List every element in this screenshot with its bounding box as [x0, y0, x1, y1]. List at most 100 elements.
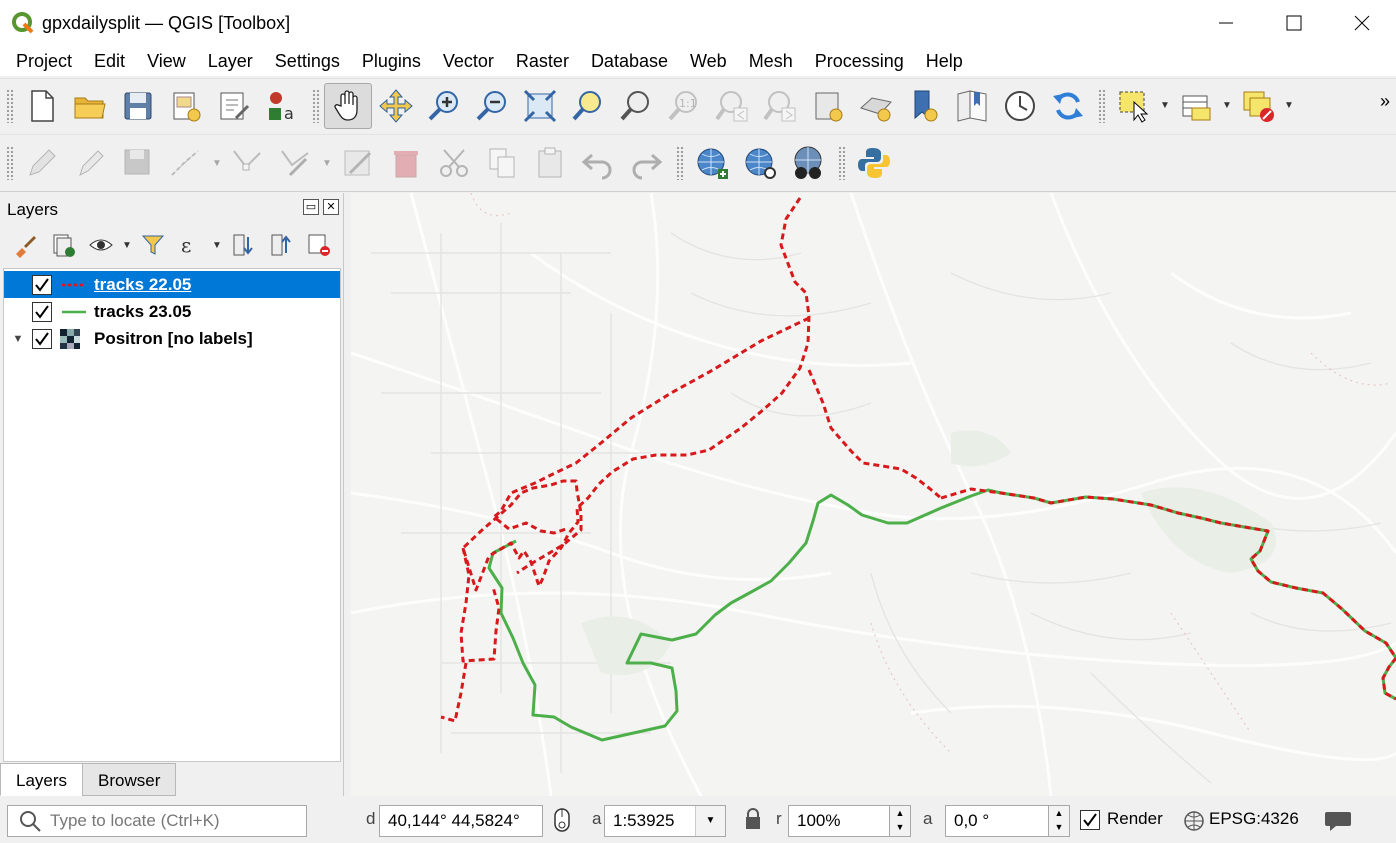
pan-to-selection-button[interactable] — [372, 83, 420, 129]
layer-item-tracks-2205[interactable]: tracks 22.05 — [4, 271, 340, 298]
close-panel-button[interactable]: ✕ — [323, 199, 339, 215]
close-button[interactable] — [1328, 0, 1396, 46]
filter-expression-button[interactable]: ε — [172, 229, 210, 261]
scale-field[interactable]: 1:53925 ▼ — [604, 805, 726, 837]
paste-features-button[interactable] — [526, 140, 574, 186]
toolbar-grip[interactable] — [312, 88, 320, 123]
layer-item-positron[interactable]: ▼ Positron [no labels] — [4, 325, 340, 352]
copy-features-button[interactable] — [478, 140, 526, 186]
temporal-controller-button[interactable] — [996, 83, 1044, 129]
crs-label[interactable]: EPSG:4326 — [1209, 809, 1299, 829]
menu-view[interactable]: View — [136, 46, 197, 76]
layer-visibility-checkbox[interactable] — [32, 274, 52, 295]
tab-layers[interactable]: Layers — [0, 763, 84, 796]
menu-settings[interactable]: Settings — [264, 46, 351, 76]
new-bookmark-button[interactable] — [900, 83, 948, 129]
vertex-tool-button[interactable] — [224, 140, 272, 186]
deselect-dropdown[interactable]: ▼ — [1282, 83, 1296, 129]
delete-selected-button[interactable] — [382, 140, 430, 186]
zoom-out-button[interactable] — [468, 83, 516, 129]
zoom-full-button[interactable] — [516, 83, 564, 129]
layer-visibility-checkbox[interactable] — [32, 301, 52, 322]
select-features-dropdown[interactable]: ▼ — [1158, 83, 1172, 129]
toolbar-grip[interactable] — [6, 88, 14, 123]
redo-button[interactable] — [622, 140, 670, 186]
filter-legend-button[interactable] — [134, 229, 172, 261]
menu-plugins[interactable]: Plugins — [351, 46, 432, 76]
remove-layer-button[interactable] — [300, 229, 338, 261]
python-console-button[interactable] — [850, 140, 898, 186]
zoom-to-layer-button[interactable] — [612, 83, 660, 129]
messages-icon[interactable] — [1324, 809, 1352, 833]
float-panel-button[interactable]: ▭ — [303, 199, 319, 215]
expand-arrow-icon[interactable]: ▼ — [4, 333, 32, 345]
zoom-last-button[interactable] — [708, 83, 756, 129]
visibility-dropdown[interactable]: ▼ — [120, 222, 134, 268]
rotation-spinner[interactable]: ▲ ▼ — [1048, 805, 1070, 837]
modify-attributes-button[interactable] — [272, 140, 320, 186]
refresh-button[interactable] — [1044, 83, 1092, 129]
show-bookmarks-button[interactable] — [948, 83, 996, 129]
search-wms-button[interactable] — [736, 140, 784, 186]
new-print-layout-button[interactable] — [162, 83, 210, 129]
select-features-button[interactable] — [1110, 83, 1158, 129]
menu-help[interactable]: Help — [915, 46, 974, 76]
layer-item-tracks-2305[interactable]: tracks 23.05 — [4, 298, 340, 325]
menu-raster[interactable]: Raster — [505, 46, 580, 76]
zoom-to-selection-button[interactable] — [564, 83, 612, 129]
zoom-native-button[interactable]: 1:1 — [660, 83, 708, 129]
maximize-button[interactable] — [1260, 0, 1328, 46]
toggle-editing-button[interactable] — [66, 140, 114, 186]
manage-visibility-button[interactable] — [82, 229, 120, 261]
locator-search[interactable]: Type to locate (Ctrl+K) — [7, 805, 307, 837]
zoom-next-button[interactable] — [756, 83, 804, 129]
zoom-in-button[interactable] — [420, 83, 468, 129]
toolbar-grip[interactable] — [838, 146, 846, 180]
tab-browser[interactable]: Browser — [82, 763, 177, 796]
cut-features-button[interactable] — [430, 140, 478, 186]
crs-globe-icon[interactable] — [1183, 810, 1205, 832]
lock-icon[interactable] — [743, 807, 763, 831]
attribute-table-dropdown[interactable]: ▼ — [1220, 83, 1234, 129]
minimize-button[interactable] — [1192, 0, 1260, 46]
collapse-all-button[interactable] — [262, 229, 300, 261]
menu-processing[interactable]: Processing — [804, 46, 915, 76]
open-layer-styling-button[interactable] — [6, 229, 44, 261]
add-wms-layer-button[interactable] — [688, 140, 736, 186]
expression-dropdown[interactable]: ▼ — [210, 222, 224, 268]
style-manager-button[interactable]: a — [258, 83, 306, 129]
save-project-button[interactable] — [114, 83, 162, 129]
toolbar-grip[interactable] — [6, 146, 14, 180]
magnifier-field[interactable]: 100% — [788, 805, 890, 837]
magnifier-spinner[interactable]: ▲ ▼ — [889, 805, 911, 837]
rotation-field[interactable]: 0,0 ° — [945, 805, 1049, 837]
open-project-button[interactable] — [66, 83, 114, 129]
edits-button[interactable] — [18, 140, 66, 186]
toolbar-grip[interactable] — [676, 146, 684, 180]
expand-all-button[interactable] — [224, 229, 262, 261]
new-3d-map-view-button[interactable] — [852, 83, 900, 129]
menu-database[interactable]: Database — [580, 46, 679, 76]
add-line-feature-button[interactable] — [162, 140, 210, 186]
menu-vector[interactable]: Vector — [432, 46, 505, 76]
new-project-button[interactable] — [18, 83, 66, 129]
menu-project[interactable]: Project — [5, 46, 83, 76]
menu-mesh[interactable]: Mesh — [738, 46, 804, 76]
menu-edit[interactable]: Edit — [83, 46, 136, 76]
modify-dropdown[interactable]: ▼ — [320, 140, 334, 186]
map-canvas[interactable] — [351, 193, 1396, 796]
layout-manager-button[interactable] — [210, 83, 258, 129]
scale-dropdown-icon[interactable]: ▼ — [695, 806, 725, 836]
metasearch-button[interactable] — [784, 140, 832, 186]
open-attribute-table-button[interactable] — [1172, 83, 1220, 129]
render-checkbox[interactable] — [1080, 810, 1100, 830]
save-edits-button[interactable] — [114, 140, 162, 186]
layer-visibility-checkbox[interactable] — [32, 328, 52, 349]
add-group-button[interactable] — [44, 229, 82, 261]
toolbar-grip[interactable] — [1098, 88, 1106, 123]
toolbar-overflow[interactable]: » — [1380, 91, 1390, 112]
multi-edit-button[interactable] — [334, 140, 382, 186]
add-feature-dropdown[interactable]: ▼ — [210, 140, 224, 186]
menu-layer[interactable]: Layer — [197, 46, 264, 76]
new-map-view-button[interactable] — [804, 83, 852, 129]
